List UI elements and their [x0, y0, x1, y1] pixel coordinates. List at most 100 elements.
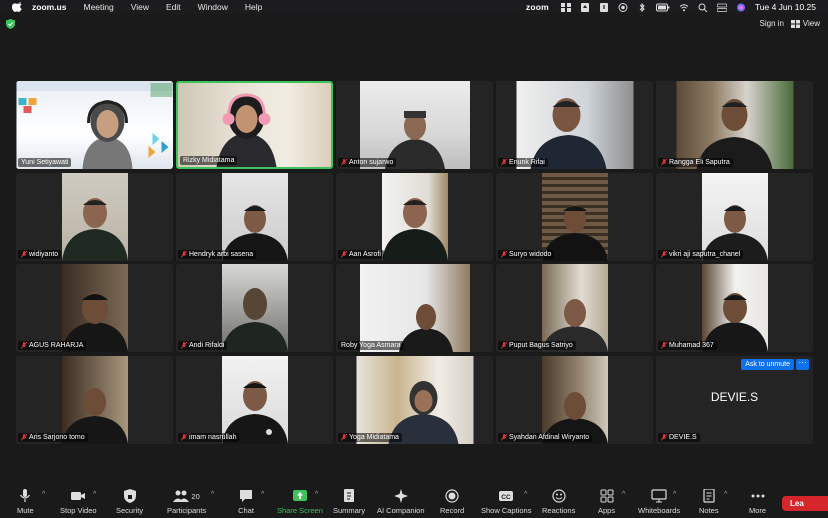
menu-bar-clock[interactable]: Tue 4 Jun 10.25	[755, 2, 816, 12]
participant-tile[interactable]: Anton sujarwo	[336, 81, 493, 169]
video-options-caret[interactable]: ^	[93, 491, 96, 498]
participant-name-tag: Syahdan Afdinal Wiryanto	[498, 433, 593, 442]
zoom-status-label[interactable]: zoom	[526, 2, 549, 12]
battery-icon[interactable]	[655, 3, 670, 12]
audio-options-caret[interactable]: ^	[42, 491, 45, 498]
summary-button[interactable]: Summary	[333, 489, 365, 515]
more-options-button[interactable]: ···	[796, 359, 809, 370]
participants-count: 20	[191, 491, 200, 501]
participant-tile[interactable]: Andi Rifaldi	[176, 264, 333, 352]
participant-name: Yuni Setiyawati	[21, 159, 69, 166]
captions-options-caret[interactable]: ^	[524, 491, 527, 498]
muted-mic-icon	[501, 434, 507, 441]
participant-tile[interactable]: Rangga Eli Saputra	[656, 81, 813, 169]
participant-tile[interactable]: AGUS RAHARJA	[16, 264, 173, 352]
participant-name: Aris Sarjono tomo	[29, 434, 85, 441]
participant-video	[701, 264, 768, 352]
participant-tile[interactable]: widiyanto	[16, 173, 173, 261]
siri-icon[interactable]	[736, 3, 746, 12]
mute-button[interactable]: Mute	[17, 489, 34, 515]
share-options-caret[interactable]: ^	[315, 491, 318, 498]
participant-tile[interactable]: Suryo widodo	[496, 173, 653, 261]
participant-tile[interactable]: Aris Sarjono tomo	[16, 356, 173, 444]
reactions-button[interactable]: Reactions	[542, 489, 575, 515]
participant-name-tag: widiyanto	[18, 250, 62, 259]
apps-options-caret[interactable]: ^	[622, 491, 625, 498]
participant-silhouette	[221, 288, 288, 352]
participant-tile[interactable]: Puput Bagus Satriyo	[496, 264, 653, 352]
participant-name-tag: Yuni Setiyawati	[18, 158, 72, 167]
participant-name-tag: vikri aji saputra_chanel	[658, 250, 744, 259]
participant-tile[interactable]: imam nasrullah	[176, 356, 333, 444]
muted-mic-icon	[341, 251, 347, 258]
apps-button[interactable]: Apps	[598, 489, 615, 515]
participant-name-tag: imam nasrullah	[178, 433, 240, 442]
record-button[interactable]: Record	[440, 489, 464, 515]
participant-video	[178, 83, 331, 167]
view-button[interactable]: View	[790, 19, 820, 28]
muted-mic-icon	[21, 434, 27, 441]
svg-text:CC: CC	[502, 494, 512, 501]
participant-tile[interactable]: Roby Yoga Asmara	[336, 264, 493, 352]
menu-help[interactable]: Help	[245, 2, 262, 12]
participant-tile-camera-off[interactable]: Ask to unmute ··· DEVIE.S DEVIE.S	[656, 356, 813, 444]
participant-name-tag: AGUS RAHARJA	[18, 341, 87, 350]
participant-name: Enunk Rifai	[509, 159, 545, 166]
participant-name-tag: Andi Rifaldi	[178, 341, 228, 350]
chat-options-caret[interactable]: ^	[261, 491, 264, 498]
participant-video	[221, 356, 288, 444]
menu-view[interactable]: View	[131, 2, 149, 12]
encryption-shield-icon[interactable]	[6, 19, 15, 29]
control-center-icon[interactable]	[716, 3, 727, 12]
participant-tile[interactable]: Yoga Midiatama	[336, 356, 493, 444]
notes-button[interactable]: Notes	[699, 489, 719, 515]
muted-mic-icon	[661, 342, 667, 349]
search-icon[interactable]	[698, 3, 708, 12]
more-button[interactable]: More	[749, 489, 766, 515]
muted-mic-icon	[21, 251, 27, 258]
wifi-icon[interactable]	[679, 3, 689, 12]
whiteboards-options-caret[interactable]: ^	[673, 491, 676, 498]
participants-button[interactable]: 20 Participants	[167, 489, 206, 515]
leave-button[interactable]: Lea	[782, 496, 828, 511]
participant-tile[interactable]: Muhamad 367	[656, 264, 813, 352]
participant-tile[interactable]: Syahdan Afdinal Wiryanto	[496, 356, 653, 444]
participant-silhouette	[61, 198, 128, 261]
participant-name-tag: Aan Asrofi	[338, 250, 384, 259]
muted-mic-icon	[181, 342, 187, 349]
participant-tile[interactable]: Enunk Rifai	[496, 81, 653, 169]
active-speaker-tile[interactable]: Rizky Midiatama	[176, 81, 333, 169]
participant-tile[interactable]: Hendryk arbi sasena	[176, 173, 333, 261]
apple-icon[interactable]	[12, 2, 22, 12]
notes-options-caret[interactable]: ^	[724, 491, 727, 498]
ask-to-unmute-button[interactable]: Ask to unmute	[741, 359, 794, 370]
menu-meeting[interactable]: Meeting	[83, 2, 113, 12]
participant-tile[interactable]: Aan Asrofi	[336, 173, 493, 261]
meeting-toolbar: Mute ^ Stop Video ^ Security 20 Particip…	[0, 484, 828, 518]
ai-companion-button[interactable]: AI Companion	[377, 489, 425, 515]
grid-icon[interactable]	[560, 2, 571, 12]
chat-label: Chat	[238, 506, 254, 515]
menu-app-name[interactable]: zoom.us	[32, 2, 66, 12]
alert-icon[interactable]	[599, 2, 609, 12]
participant-tile[interactable]: vikri aji saputra_chanel	[656, 173, 813, 261]
upload-icon[interactable]	[580, 2, 590, 12]
participant-name: Muhamad 367	[669, 342, 714, 349]
participant-display-name: DEVIE.S	[710, 390, 759, 404]
participants-options-caret[interactable]: ^	[211, 491, 214, 498]
participant-video	[221, 264, 288, 352]
chat-button[interactable]: Chat	[238, 489, 254, 515]
participant-tile[interactable]: Yuni Setiyawati	[16, 81, 173, 169]
participant-name-tag: Suryo widodo	[498, 250, 555, 259]
gallery-view-icon	[790, 19, 800, 28]
chat-bubble-icon	[240, 490, 252, 502]
menu-edit[interactable]: Edit	[166, 2, 181, 12]
muted-mic-icon	[341, 434, 347, 441]
bluetooth-icon[interactable]	[637, 2, 647, 12]
sign-in-link[interactable]: Sign in	[760, 19, 784, 28]
menu-window[interactable]: Window	[198, 2, 228, 12]
stop-video-button[interactable]: Stop Video	[60, 489, 97, 515]
play-circle-icon[interactable]	[618, 2, 628, 12]
participants-icon-group: 20	[169, 489, 205, 503]
security-button[interactable]: Security	[116, 489, 143, 515]
